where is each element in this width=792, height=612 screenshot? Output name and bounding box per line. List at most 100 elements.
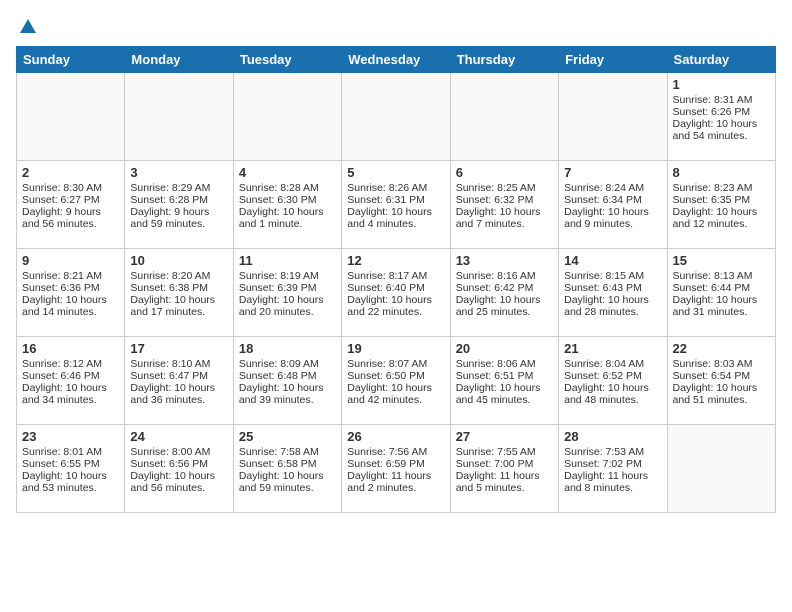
calendar-day-cell [17, 72, 125, 160]
sunset-text: Sunset: 6:27 PM [22, 194, 119, 206]
calendar-week-row: 23Sunrise: 8:01 AMSunset: 6:55 PMDayligh… [17, 424, 776, 512]
daylight-text: Daylight: 10 hours and 28 minutes. [564, 294, 661, 318]
calendar-week-row: 16Sunrise: 8:12 AMSunset: 6:46 PMDayligh… [17, 336, 776, 424]
day-number: 16 [22, 341, 119, 356]
day-number: 14 [564, 253, 661, 268]
day-number: 18 [239, 341, 336, 356]
calendar-day-cell: 28Sunrise: 7:53 AMSunset: 7:02 PMDayligh… [559, 424, 667, 512]
sunset-text: Sunset: 6:30 PM [239, 194, 336, 206]
daylight-text: Daylight: 11 hours and 2 minutes. [347, 470, 444, 494]
sunset-text: Sunset: 6:55 PM [22, 458, 119, 470]
sunrise-text: Sunrise: 8:13 AM [673, 270, 770, 282]
sunrise-text: Sunrise: 8:29 AM [130, 182, 227, 194]
sunset-text: Sunset: 6:52 PM [564, 370, 661, 382]
sunrise-text: Sunrise: 8:10 AM [130, 358, 227, 370]
calendar-day-cell: 17Sunrise: 8:10 AMSunset: 6:47 PMDayligh… [125, 336, 233, 424]
day-number: 17 [130, 341, 227, 356]
day-number: 4 [239, 165, 336, 180]
daylight-text: Daylight: 10 hours and 17 minutes. [130, 294, 227, 318]
day-number: 11 [239, 253, 336, 268]
day-number: 9 [22, 253, 119, 268]
sunset-text: Sunset: 6:31 PM [347, 194, 444, 206]
day-number: 13 [456, 253, 553, 268]
sunset-text: Sunset: 6:44 PM [673, 282, 770, 294]
day-number: 1 [673, 77, 770, 92]
day-number: 25 [239, 429, 336, 444]
calendar-day-cell: 14Sunrise: 8:15 AMSunset: 6:43 PMDayligh… [559, 248, 667, 336]
calendar-day-cell: 12Sunrise: 8:17 AMSunset: 6:40 PMDayligh… [342, 248, 450, 336]
day-number: 15 [673, 253, 770, 268]
sunset-text: Sunset: 6:56 PM [130, 458, 227, 470]
sunset-text: Sunset: 6:54 PM [673, 370, 770, 382]
sunrise-text: Sunrise: 7:56 AM [347, 446, 444, 458]
calendar-day-cell: 27Sunrise: 7:55 AMSunset: 7:00 PMDayligh… [450, 424, 558, 512]
sunset-text: Sunset: 6:50 PM [347, 370, 444, 382]
daylight-text: Daylight: 10 hours and 54 minutes. [673, 118, 770, 142]
sunrise-text: Sunrise: 7:53 AM [564, 446, 661, 458]
calendar-day-cell: 4Sunrise: 8:28 AMSunset: 6:30 PMDaylight… [233, 160, 341, 248]
calendar-day-cell: 22Sunrise: 8:03 AMSunset: 6:54 PMDayligh… [667, 336, 775, 424]
daylight-text: Daylight: 10 hours and 56 minutes. [130, 470, 227, 494]
col-header-monday: Monday [125, 46, 233, 72]
day-number: 19 [347, 341, 444, 356]
calendar-day-cell [667, 424, 775, 512]
sunset-text: Sunset: 6:42 PM [456, 282, 553, 294]
daylight-text: Daylight: 10 hours and 22 minutes. [347, 294, 444, 318]
calendar-week-row: 9Sunrise: 8:21 AMSunset: 6:36 PMDaylight… [17, 248, 776, 336]
sunrise-text: Sunrise: 8:12 AM [22, 358, 119, 370]
daylight-text: Daylight: 10 hours and 25 minutes. [456, 294, 553, 318]
calendar-day-cell: 1Sunrise: 8:31 AMSunset: 6:26 PMDaylight… [667, 72, 775, 160]
calendar-day-cell: 15Sunrise: 8:13 AMSunset: 6:44 PMDayligh… [667, 248, 775, 336]
calendar-day-cell [233, 72, 341, 160]
calendar-day-cell [559, 72, 667, 160]
daylight-text: Daylight: 10 hours and 59 minutes. [239, 470, 336, 494]
daylight-text: Daylight: 9 hours and 56 minutes. [22, 206, 119, 230]
daylight-text: Daylight: 10 hours and 4 minutes. [347, 206, 444, 230]
daylight-text: Daylight: 10 hours and 42 minutes. [347, 382, 444, 406]
sunset-text: Sunset: 7:00 PM [456, 458, 553, 470]
day-number: 5 [347, 165, 444, 180]
day-number: 2 [22, 165, 119, 180]
daylight-text: Daylight: 10 hours and 1 minute. [239, 206, 336, 230]
sunset-text: Sunset: 7:02 PM [564, 458, 661, 470]
page-header [16, 16, 776, 36]
sunset-text: Sunset: 6:43 PM [564, 282, 661, 294]
sunrise-text: Sunrise: 8:17 AM [347, 270, 444, 282]
calendar-table: SundayMondayTuesdayWednesdayThursdayFrid… [16, 46, 776, 513]
sunrise-text: Sunrise: 8:19 AM [239, 270, 336, 282]
calendar-day-cell: 20Sunrise: 8:06 AMSunset: 6:51 PMDayligh… [450, 336, 558, 424]
sunrise-text: Sunrise: 8:20 AM [130, 270, 227, 282]
sunset-text: Sunset: 6:26 PM [673, 106, 770, 118]
daylight-text: Daylight: 10 hours and 12 minutes. [673, 206, 770, 230]
daylight-text: Daylight: 10 hours and 7 minutes. [456, 206, 553, 230]
sunrise-text: Sunrise: 8:24 AM [564, 182, 661, 194]
day-number: 10 [130, 253, 227, 268]
calendar-day-cell: 7Sunrise: 8:24 AMSunset: 6:34 PMDaylight… [559, 160, 667, 248]
calendar-day-cell: 5Sunrise: 8:26 AMSunset: 6:31 PMDaylight… [342, 160, 450, 248]
sunrise-text: Sunrise: 8:07 AM [347, 358, 444, 370]
sunrise-text: Sunrise: 8:06 AM [456, 358, 553, 370]
daylight-text: Daylight: 10 hours and 39 minutes. [239, 382, 336, 406]
sunset-text: Sunset: 6:36 PM [22, 282, 119, 294]
sunset-text: Sunset: 6:51 PM [456, 370, 553, 382]
day-number: 20 [456, 341, 553, 356]
col-header-sunday: Sunday [17, 46, 125, 72]
day-number: 3 [130, 165, 227, 180]
col-header-wednesday: Wednesday [342, 46, 450, 72]
day-number: 27 [456, 429, 553, 444]
daylight-text: Daylight: 9 hours and 59 minutes. [130, 206, 227, 230]
daylight-text: Daylight: 11 hours and 5 minutes. [456, 470, 553, 494]
day-number: 23 [22, 429, 119, 444]
calendar-week-row: 2Sunrise: 8:30 AMSunset: 6:27 PMDaylight… [17, 160, 776, 248]
col-header-friday: Friday [559, 46, 667, 72]
daylight-text: Daylight: 10 hours and 20 minutes. [239, 294, 336, 318]
day-number: 7 [564, 165, 661, 180]
calendar-day-cell [125, 72, 233, 160]
sunset-text: Sunset: 6:47 PM [130, 370, 227, 382]
calendar-day-cell: 8Sunrise: 8:23 AMSunset: 6:35 PMDaylight… [667, 160, 775, 248]
calendar-day-cell: 26Sunrise: 7:56 AMSunset: 6:59 PMDayligh… [342, 424, 450, 512]
sunrise-text: Sunrise: 8:25 AM [456, 182, 553, 194]
sunrise-text: Sunrise: 8:16 AM [456, 270, 553, 282]
sunset-text: Sunset: 6:39 PM [239, 282, 336, 294]
col-header-saturday: Saturday [667, 46, 775, 72]
